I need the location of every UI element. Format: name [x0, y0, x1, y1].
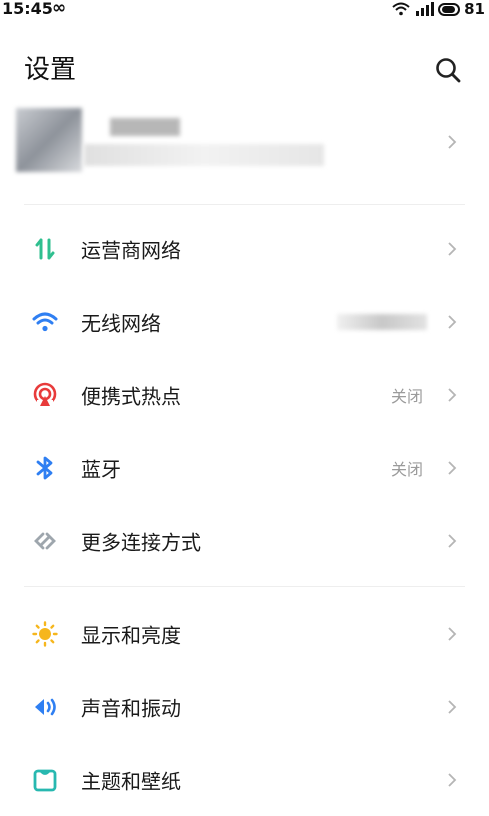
settings-row-hotspot[interactable]: 便携式热点 关闭 — [0, 358, 489, 431]
settings-row-more-connections[interactable]: 更多连接方式 — [0, 504, 489, 577]
account-card[interactable] — [0, 100, 489, 186]
status-right: 81 — [392, 0, 485, 18]
chevron-right-icon — [448, 135, 457, 149]
battery-level: 81 — [464, 0, 485, 18]
chevron-right-icon — [448, 772, 457, 787]
account-name-blurred — [110, 118, 180, 136]
chevron-right-icon — [448, 460, 457, 475]
row-label: 显示和亮度 — [81, 623, 181, 647]
chevron-right-icon — [448, 314, 457, 329]
brightness-icon — [32, 620, 58, 647]
bluetooth-icon — [32, 455, 58, 481]
more-connections-icon — [32, 528, 58, 554]
row-label: 声音和振动 — [81, 696, 181, 720]
settings-row-bluetooth[interactable]: 蓝牙 关闭 — [0, 431, 489, 504]
row-label: 蓝牙 — [81, 457, 121, 481]
infinity-icon: ∞ — [52, 0, 67, 18]
avatar — [16, 108, 82, 172]
divider — [24, 204, 465, 205]
wifi-ssid-blurred — [337, 314, 427, 330]
row-label: 更多连接方式 — [81, 530, 201, 554]
status-time: 15:45 — [2, 0, 53, 18]
divider — [24, 586, 465, 587]
row-label: 便携式热点 — [81, 384, 181, 408]
signal-icon — [416, 2, 435, 16]
row-label: 运营商网络 — [81, 238, 181, 262]
chevron-right-icon — [448, 699, 457, 714]
battery-icon — [438, 2, 461, 16]
settings-row-carrier-network[interactable]: 运营商网络 — [0, 212, 489, 285]
page-title: 设置 — [24, 55, 77, 85]
theme-icon — [32, 767, 58, 793]
chevron-right-icon — [448, 241, 457, 256]
chevron-right-icon — [448, 387, 457, 402]
settings-row-theme-wallpaper[interactable]: 主题和壁纸 — [0, 743, 489, 816]
wifi-status-icon — [392, 2, 410, 16]
row-label: 主题和壁纸 — [81, 769, 181, 793]
status-bar: 15:45 ∞ 81 — [0, 0, 489, 22]
row-label: 无线网络 — [81, 311, 161, 335]
settings-row-sound-vibration[interactable]: 声音和振动 — [0, 670, 489, 743]
status-value: 关闭 — [390, 459, 423, 479]
chevron-right-icon — [448, 533, 457, 548]
settings-row-display-brightness[interactable]: 显示和亮度 — [0, 597, 489, 670]
wifi-icon — [32, 309, 58, 335]
search-icon[interactable] — [434, 56, 462, 84]
sound-icon — [32, 694, 58, 720]
chevron-right-icon — [448, 626, 457, 641]
hotspot-icon — [32, 382, 58, 408]
account-detail-blurred — [84, 144, 324, 166]
settings-row-wifi[interactable]: 无线网络 — [0, 285, 489, 358]
status-value: 关闭 — [390, 386, 423, 406]
carrier-network-icon — [32, 236, 58, 262]
